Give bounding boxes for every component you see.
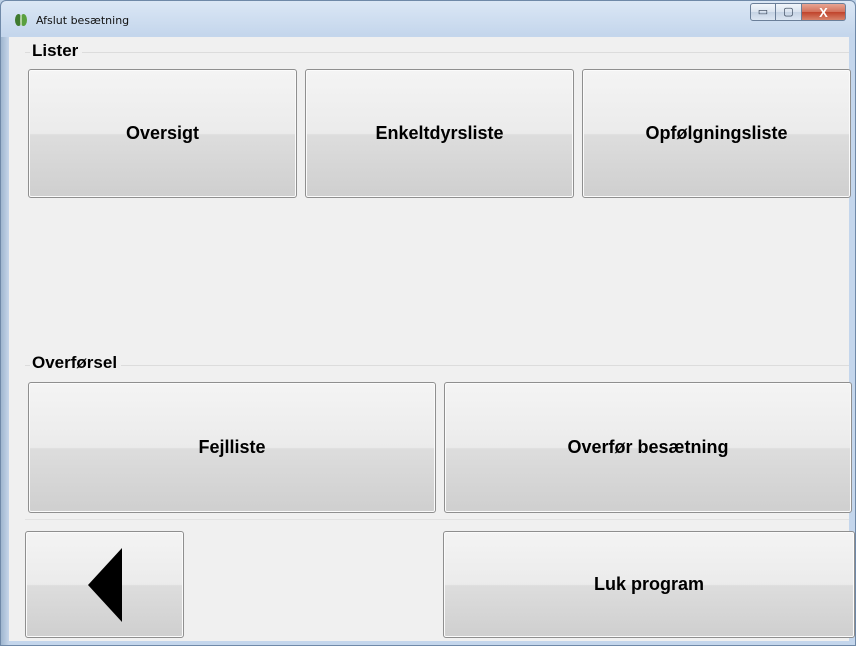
oversigt-label: Oversigt	[125, 123, 200, 143]
window-controls: ▭ ▢ X	[750, 3, 846, 23]
fejlliste-button[interactable]: Fejlliste	[28, 382, 436, 513]
minimize-icon: ▭	[757, 5, 769, 18]
oversigt-button[interactable]: Oversigt	[28, 69, 297, 198]
window-title: Afslut besætning	[36, 14, 130, 27]
back-arrow-icon	[87, 547, 122, 622]
opfolgningsliste-label: Opfølgningsliste	[645, 123, 788, 143]
window-frame-left	[1, 37, 9, 645]
maximize-icon: ▢	[783, 5, 794, 18]
overforsel-group-label: Overførsel	[30, 353, 122, 373]
back-button[interactable]	[25, 531, 184, 638]
section-divider	[25, 519, 849, 520]
maximize-button[interactable]: ▢	[776, 3, 802, 21]
application-window: Afslut besætning ▭ ▢ X Lister Oversigt E…	[0, 0, 856, 646]
opfolgningsliste-button[interactable]: Opfølgningsliste	[582, 69, 851, 198]
close-icon: X	[819, 4, 828, 20]
fejlliste-label: Fejlliste	[198, 437, 266, 457]
enkeltdyrsliste-button[interactable]: Enkeltdyrsliste	[305, 69, 574, 198]
client-area: Lister Oversigt Enkeltdyrsliste Opfølgni…	[9, 37, 855, 641]
overfor-besaetning-button[interactable]: Overfør besætning	[444, 382, 852, 513]
enkeltdyrsliste-label: Enkeltdyrsliste	[375, 123, 504, 143]
minimize-button[interactable]: ▭	[750, 3, 776, 21]
app-logo-icon	[15, 14, 27, 26]
overfor-besaetning-label: Overfør besætning	[567, 437, 729, 457]
close-window-button[interactable]: X	[802, 3, 846, 21]
title-bar[interactable]: Afslut besætning ▭ ▢ X	[1, 1, 855, 37]
lister-group-label: Lister	[30, 41, 83, 61]
luk-program-button[interactable]: Luk program	[443, 531, 855, 638]
luk-program-label: Luk program	[593, 574, 704, 594]
